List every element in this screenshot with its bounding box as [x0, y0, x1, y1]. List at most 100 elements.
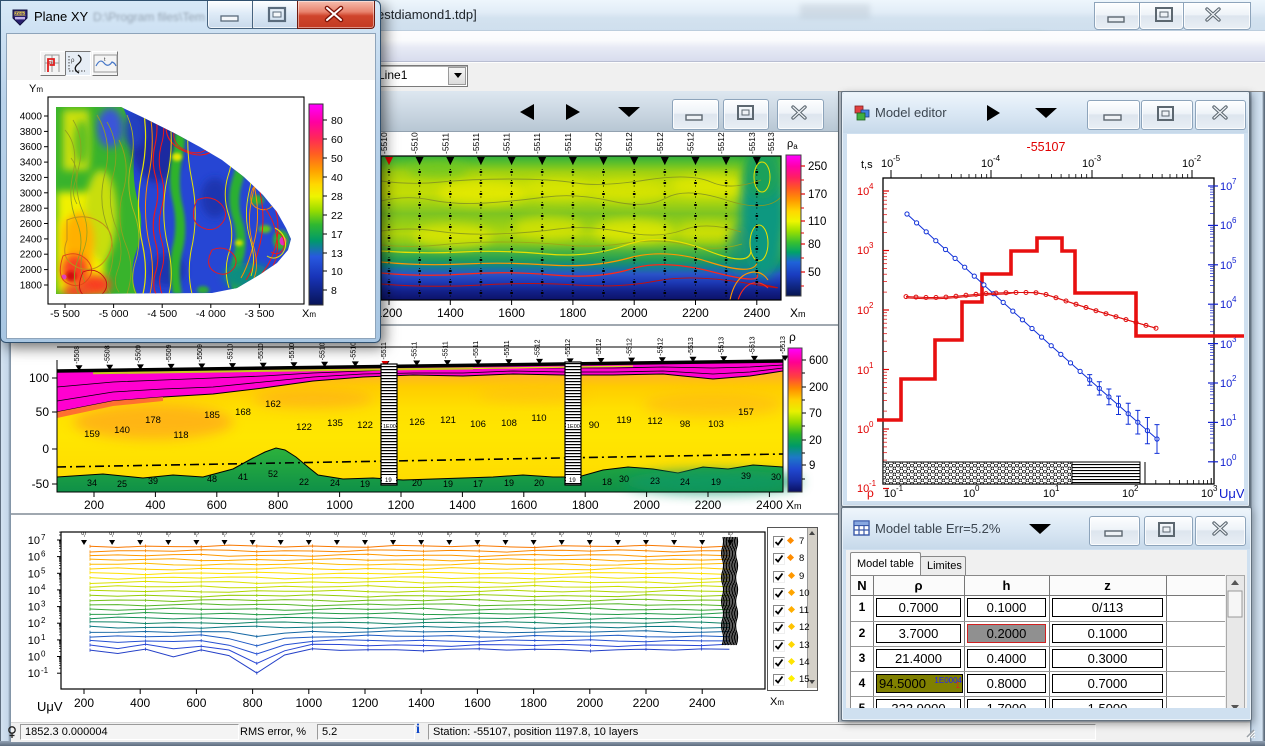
svg-text:119: 119 — [616, 415, 631, 426]
svg-text:10: 10 — [1220, 220, 1232, 232]
svg-text:1800: 1800 — [572, 498, 599, 512]
svg-text:-5: -5 — [391, 531, 397, 537]
svg-text:-5: -5 — [560, 531, 566, 537]
svg-text:2200: 2200 — [682, 306, 709, 320]
svg-text:-5512: -5512 — [716, 132, 726, 154]
svg-text:23: 23 — [650, 476, 660, 486]
svg-text:-5508: -5508 — [105, 345, 112, 363]
svg-text:178: 178 — [145, 415, 161, 426]
svg-text:10: 10 — [1220, 378, 1232, 390]
svg-text:10: 10 — [1220, 181, 1232, 193]
svg-text:0: 0 — [869, 420, 874, 429]
svg-text:6: 6 — [1232, 216, 1237, 225]
svg-text:52: 52 — [268, 469, 278, 479]
svg-text:t: t — [104, 57, 106, 63]
svg-text:-5509: -5509 — [135, 345, 142, 363]
svg-text:103: 103 — [708, 419, 724, 430]
svg-text:10: 10 — [881, 158, 893, 170]
svg-text:-5: -5 — [419, 531, 425, 537]
svg-text:10: 10 — [28, 585, 40, 597]
svg-text:400: 400 — [145, 498, 165, 512]
svg-text:110: 110 — [531, 413, 546, 424]
svg-text:10: 10 — [1122, 488, 1134, 500]
svg-text:50: 50 — [808, 267, 821, 279]
svg-text:159: 159 — [84, 429, 100, 440]
svg-text:-5: -5 — [194, 531, 200, 537]
svg-text:17: 17 — [473, 479, 483, 489]
svg-text:-5: -5 — [251, 531, 257, 537]
svg-text:Xm: Xm — [302, 308, 316, 320]
svg-text:60: 60 — [331, 134, 343, 146]
svg-text:25: 25 — [117, 479, 127, 489]
svg-text:30: 30 — [619, 474, 629, 484]
svg-text:10: 10 — [28, 652, 40, 664]
svg-text:-5510: -5510 — [289, 343, 296, 361]
svg-text:400: 400 — [130, 696, 150, 710]
svg-text:0: 0 — [975, 484, 980, 493]
svg-text:10: 10 — [1220, 457, 1232, 469]
svg-text:-4 000: -4 000 — [196, 308, 226, 320]
svg-text:-5: -5 — [279, 531, 285, 537]
svg-text:200: 200 — [84, 498, 104, 512]
svg-text:t,s: t,s — [861, 159, 873, 171]
svg-text:-5: -5 — [532, 531, 538, 537]
svg-text:-5512: -5512 — [565, 339, 572, 357]
svg-text:-55107: -55107 — [1027, 140, 1066, 154]
svg-text:ρ: ρ — [789, 330, 796, 344]
svg-text:-5 000: -5 000 — [99, 308, 129, 320]
svg-text:7: 7 — [41, 533, 46, 542]
svg-text:28: 28 — [331, 191, 343, 203]
svg-text:19: 19 — [443, 479, 453, 489]
svg-text:3600: 3600 — [20, 142, 43, 153]
svg-text:50: 50 — [331, 153, 343, 165]
svg-text:10: 10 — [28, 618, 40, 630]
svg-text:-5511: -5511 — [442, 341, 449, 358]
svg-text:8: 8 — [331, 285, 337, 297]
svg-text:34: 34 — [87, 478, 97, 488]
svg-text:-5: -5 — [447, 531, 453, 537]
svg-text:3000: 3000 — [20, 188, 43, 199]
svg-text:-5511: -5511 — [440, 133, 450, 154]
svg-text:-5510: -5510 — [228, 344, 235, 362]
svg-text:-5: -5 — [588, 531, 594, 537]
svg-text:-5511: -5511 — [471, 133, 481, 154]
svg-text:126: 126 — [409, 417, 425, 428]
svg-text:-5512: -5512 — [594, 132, 604, 154]
svg-text:98: 98 — [680, 419, 691, 430]
svg-text:19: 19 — [504, 478, 514, 488]
svg-text:1400: 1400 — [437, 306, 464, 320]
svg-text:2000: 2000 — [621, 306, 648, 320]
svg-text:600: 600 — [207, 498, 227, 512]
svg-text:2000: 2000 — [20, 265, 43, 276]
svg-text:1400: 1400 — [408, 696, 435, 710]
svg-text:-2: -2 — [1194, 154, 1202, 163]
svg-text:2: 2 — [869, 301, 874, 310]
svg-text:24: 24 — [330, 478, 340, 488]
svg-text:122: 122 — [357, 420, 373, 431]
svg-text:10: 10 — [857, 365, 869, 377]
svg-text:10: 10 — [857, 424, 869, 436]
svg-text:-5509: -5509 — [166, 344, 173, 362]
svg-text:2200: 2200 — [20, 250, 43, 261]
svg-text:1: 1 — [1232, 413, 1237, 422]
svg-text:30: 30 — [771, 472, 781, 482]
svg-text:3800: 3800 — [20, 127, 43, 138]
svg-text:3400: 3400 — [20, 158, 43, 169]
svg-text:800: 800 — [268, 498, 288, 512]
svg-text:10: 10 — [857, 245, 869, 257]
svg-text:Xm: Xm — [790, 306, 806, 320]
svg-text:-5509: -5509 — [197, 344, 204, 362]
svg-text:19: 19 — [711, 477, 721, 487]
svg-text:50: 50 — [36, 405, 50, 419]
svg-text:9: 9 — [809, 460, 815, 472]
svg-text:3: 3 — [869, 241, 874, 250]
svg-text:-5512: -5512 — [686, 132, 696, 154]
svg-text:-5: -5 — [700, 531, 706, 537]
svg-text:10: 10 — [1082, 158, 1094, 170]
svg-text:118: 118 — [173, 430, 188, 441]
svg-text:48: 48 — [207, 474, 217, 484]
svg-text:106: 106 — [470, 419, 486, 430]
svg-text:17: 17 — [331, 229, 343, 241]
svg-text:1E00: 1E00 — [383, 424, 396, 430]
svg-text:140: 140 — [114, 425, 130, 436]
